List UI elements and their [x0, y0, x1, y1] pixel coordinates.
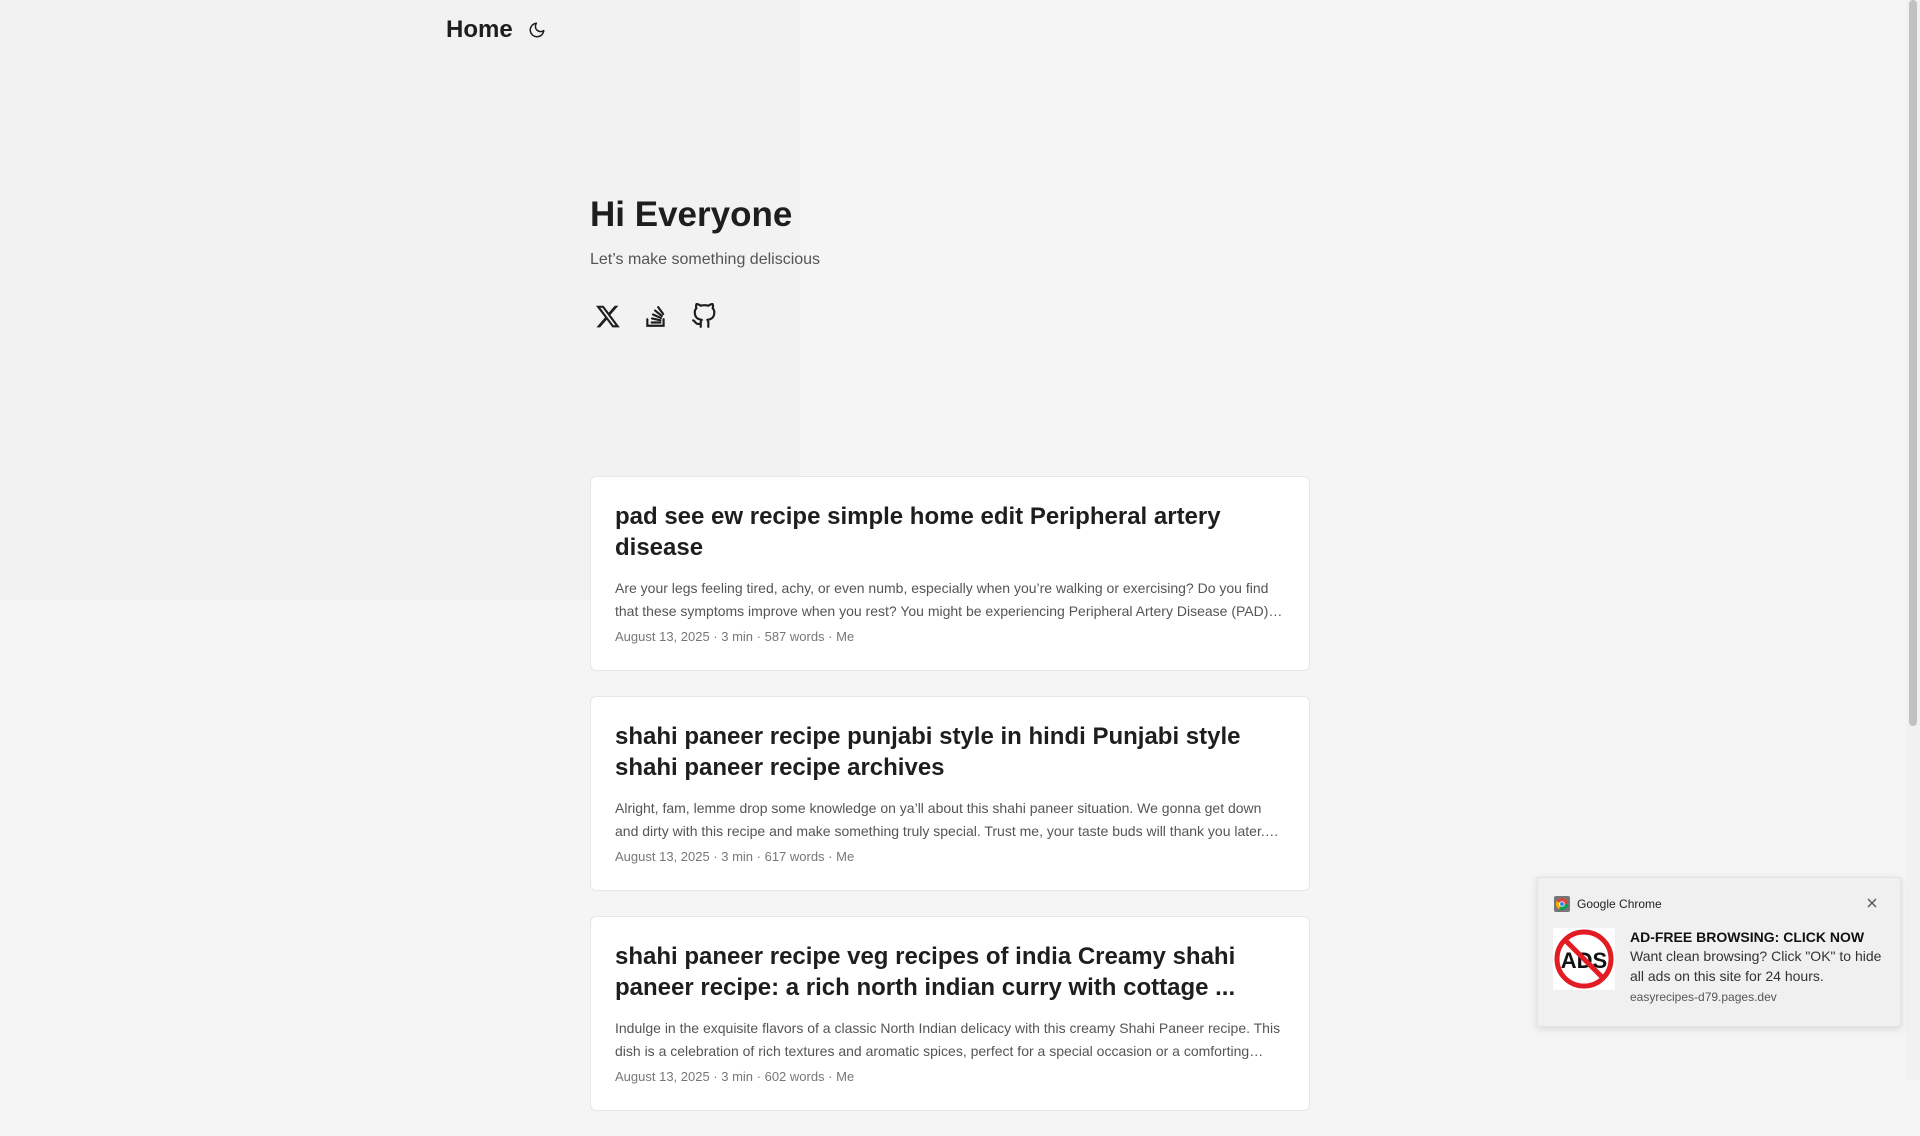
page-title: Hi Everyone: [590, 195, 793, 234]
post-meta: August 13, 2025 · 3 min · 617 words · Me: [615, 849, 855, 864]
social-links: [590, 298, 722, 334]
no-ads-icon: ADS: [1553, 928, 1615, 990]
post-card[interactable]: shahi paneer recipe veg recipes of india…: [590, 916, 1310, 1111]
post-summary: Alright, fam, lemme drop some knowledge …: [615, 800, 1265, 839]
post-meta: August 13, 2025 · 3 min · 602 words · Me: [615, 1069, 855, 1084]
page-subtitle: Let’s make something deliscious: [590, 251, 821, 268]
post-title[interactable]: pad see ew recipe simple home edit Perip…: [615, 501, 1285, 563]
x-link[interactable]: [590, 298, 626, 334]
post-summary: Indulge in the exquisite flavors of a cl…: [615, 1020, 1281, 1059]
stackoverflow-link[interactable]: [638, 298, 674, 334]
post-list: pad see ew recipe simple home edit Perip…: [590, 476, 1310, 1136]
profile-section: Hi Everyone Let’s make something delisci…: [590, 195, 820, 269]
post-card[interactable]: pad see ew recipe simple home edit Perip…: [590, 476, 1310, 671]
post-meta: August 13, 2025 · 3 min · 587 words · Me: [615, 629, 855, 644]
chrome-notification[interactable]: Google Chrome ADS AD-FREE BROWSING: CLIC…: [1537, 877, 1901, 1027]
post-title[interactable]: shahi paneer recipe punjabi style in hin…: [615, 721, 1285, 783]
close-icon: [1867, 898, 1877, 908]
post-summary: Are your legs feeling tired, achy, or ev…: [615, 580, 1273, 619]
notification-source: easyrecipes-d79.pages.dev: [1630, 990, 1777, 1004]
close-notification-button[interactable]: [1864, 895, 1880, 911]
chrome-icon: [1554, 896, 1570, 912]
theme-toggle-button[interactable]: [525, 18, 549, 42]
notification-message: Want clean browsing? Click "OK" to hide …: [1630, 948, 1882, 984]
notification-app-name: Google Chrome: [1577, 897, 1662, 911]
notification-header: Google Chrome: [1554, 896, 1662, 912]
scrollbar-thumb[interactable]: [1909, 0, 1917, 726]
moon-icon: [529, 22, 545, 38]
post-title[interactable]: shahi paneer recipe veg recipes of india…: [615, 941, 1285, 1003]
site-header: Home: [446, 14, 549, 46]
github-link[interactable]: [686, 298, 722, 334]
post-card[interactable]: shahi paneer recipe punjabi style in hin…: [590, 696, 1310, 891]
x-icon: [595, 305, 620, 328]
notification-title: AD-FREE BROWSING: CLICK NOW: [1630, 929, 1865, 945]
github-icon: [692, 303, 716, 328]
home-link[interactable]: Home: [446, 16, 513, 44]
page-scrollbar[interactable]: [1906, 0, 1920, 1080]
stackoverflow-icon: [646, 306, 665, 327]
notification-body: AD-FREE BROWSING: CLICK NOW Want clean b…: [1630, 929, 1890, 1004]
